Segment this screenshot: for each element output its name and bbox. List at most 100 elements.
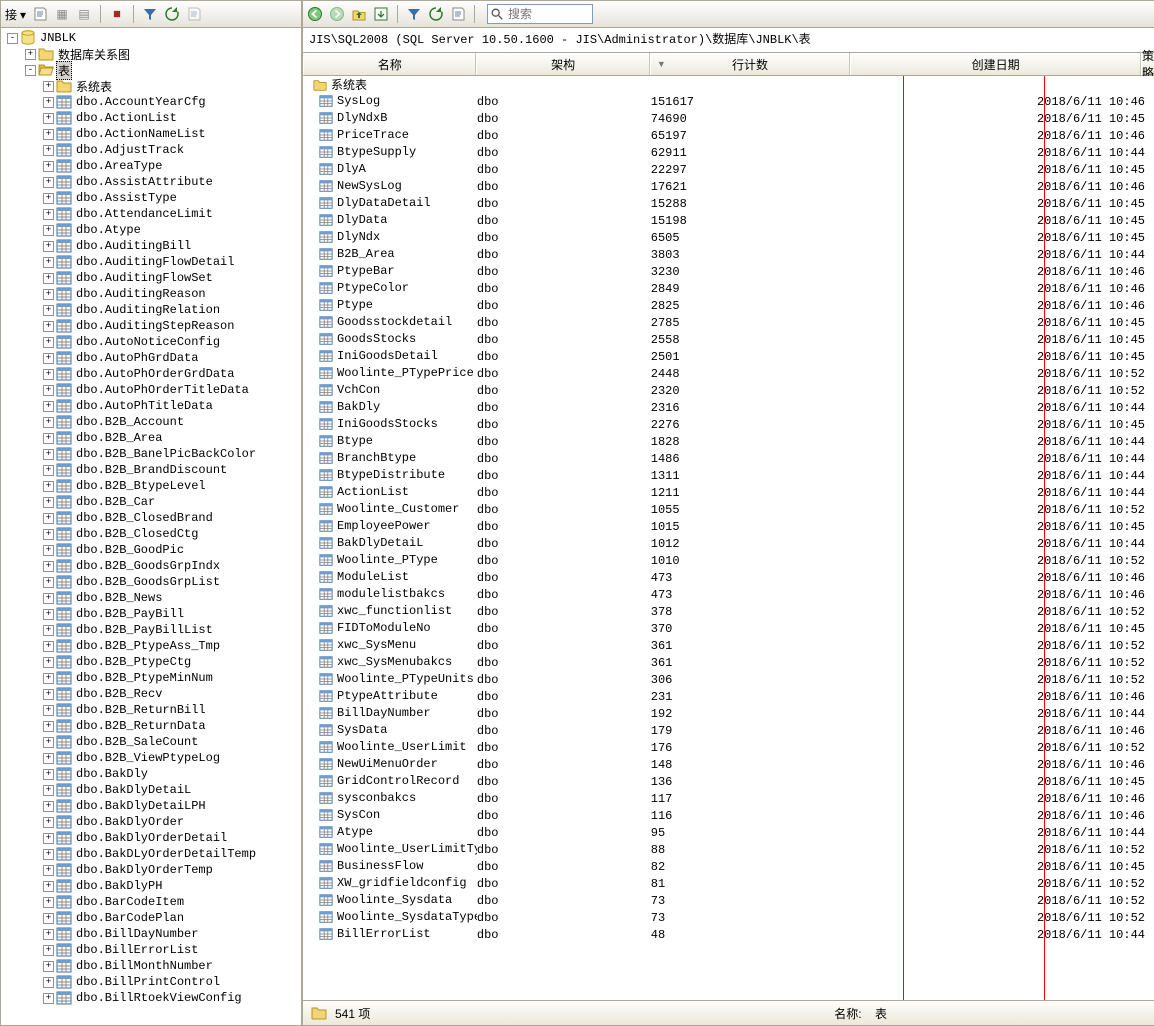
expand-toggle[interactable]: + bbox=[43, 785, 54, 796]
tree-node[interactable]: +dbo.ActionNameList bbox=[1, 126, 301, 142]
table-row[interactable]: SysDatadbo1792018/6/11 10:46 bbox=[303, 722, 1154, 739]
table-row[interactable]: BusinessFlowdbo822018/6/11 10:45 bbox=[303, 858, 1154, 875]
tree-node[interactable]: +dbo.B2B_SaleCount bbox=[1, 734, 301, 750]
expand-toggle[interactable]: + bbox=[43, 689, 54, 700]
refresh2-icon[interactable] bbox=[428, 6, 444, 22]
forward-icon[interactable] bbox=[329, 6, 345, 22]
table-row[interactable]: BakDlyDetaiLdbo10122018/6/11 10:44 bbox=[303, 535, 1154, 552]
tb-item-2[interactable]: ▤ bbox=[76, 6, 92, 22]
table-row[interactable]: DlyNdxBdbo746902018/6/11 10:45 bbox=[303, 110, 1154, 127]
tree-node[interactable]: +dbo.AuditingBill bbox=[1, 238, 301, 254]
table-row[interactable]: EmployeePowerdbo10152018/6/11 10:45 bbox=[303, 518, 1154, 535]
table-row[interactable]: DlyDatadbo151982018/6/11 10:45 bbox=[303, 212, 1154, 229]
expand-toggle[interactable]: + bbox=[43, 289, 54, 300]
expand-toggle[interactable]: + bbox=[43, 257, 54, 268]
col-policy[interactable]: 策略 bbox=[1141, 53, 1154, 75]
expand-toggle[interactable]: + bbox=[25, 49, 36, 60]
col-rowcount[interactable]: 行计数 bbox=[650, 53, 850, 75]
tree-node[interactable]: +dbo.AccountYearCfg bbox=[1, 94, 301, 110]
table-row[interactable]: IniGoodsStocksdbo22762018/6/11 10:45 bbox=[303, 416, 1154, 433]
tree-node[interactable]: +dbo.B2B_News bbox=[1, 590, 301, 606]
table-row[interactable]: Woolinte_Sysdatadbo732018/6/11 10:52 bbox=[303, 892, 1154, 909]
tree-node[interactable]: +dbo.BakDly bbox=[1, 766, 301, 782]
table-row[interactable]: BranchBtypedbo14862018/6/11 10:44 bbox=[303, 450, 1154, 467]
table-row[interactable]: PriceTracedbo651972018/6/11 10:46 bbox=[303, 127, 1154, 144]
expand-toggle[interactable]: + bbox=[43, 625, 54, 636]
tree-node[interactable]: +dbo.AreaType bbox=[1, 158, 301, 174]
tree-node[interactable]: +dbo.ActionList bbox=[1, 110, 301, 126]
expand-toggle[interactable]: + bbox=[43, 97, 54, 108]
expand-toggle[interactable]: + bbox=[43, 545, 54, 556]
table-row[interactable]: Woolinte_PTypePricedbo24482018/6/11 10:5… bbox=[303, 365, 1154, 382]
tree-node[interactable]: +dbo.AutoNoticeConfig bbox=[1, 334, 301, 350]
expand-toggle[interactable]: + bbox=[43, 769, 54, 780]
tree-node[interactable]: +dbo.B2B_GoodPic bbox=[1, 542, 301, 558]
expand-toggle[interactable]: + bbox=[43, 849, 54, 860]
expand-toggle[interactable]: + bbox=[43, 657, 54, 668]
expand-toggle[interactable]: + bbox=[43, 753, 54, 764]
expand-toggle[interactable]: + bbox=[43, 161, 54, 172]
expand-toggle[interactable]: + bbox=[43, 529, 54, 540]
expand-toggle[interactable]: + bbox=[43, 929, 54, 940]
tree-node[interactable]: +dbo.BakDlyOrderTemp bbox=[1, 862, 301, 878]
expand-toggle[interactable]: + bbox=[43, 913, 54, 924]
expand-toggle[interactable]: + bbox=[43, 721, 54, 732]
expand-toggle[interactable]: + bbox=[43, 593, 54, 604]
table-row[interactable]: BtypeSupplydbo629112018/6/11 10:44 bbox=[303, 144, 1154, 161]
expand-toggle[interactable]: + bbox=[43, 225, 54, 236]
table-row[interactable]: Btypedbo18282018/6/11 10:44 bbox=[303, 433, 1154, 450]
group-row[interactable]: 系统表 bbox=[303, 76, 1154, 93]
expand-toggle[interactable]: - bbox=[25, 65, 36, 76]
filter-icon[interactable] bbox=[142, 6, 158, 22]
tree-node[interactable]: +dbo.BillMonthNumber bbox=[1, 958, 301, 974]
table-row[interactable]: NewSysLogdbo176212018/6/11 10:46 bbox=[303, 178, 1154, 195]
expand-toggle[interactable]: + bbox=[43, 945, 54, 956]
tree-node[interactable]: +dbo.B2B_BrandDiscount bbox=[1, 462, 301, 478]
table-row[interactable]: PtypeBardbo32302018/6/11 10:46 bbox=[303, 263, 1154, 280]
expand-toggle[interactable]: + bbox=[43, 737, 54, 748]
table-row[interactable]: GridControlRecorddbo1362018/6/11 10:45 bbox=[303, 773, 1154, 790]
table-row[interactable]: Woolinte_UserLimitdbo1762018/6/11 10:52 bbox=[303, 739, 1154, 756]
tree-node[interactable]: +dbo.B2B_BanelPicBackColor bbox=[1, 446, 301, 462]
tree-node[interactable]: +dbo.B2B_ClosedBrand bbox=[1, 510, 301, 526]
tree-node[interactable]: +dbo.AuditingRelation bbox=[1, 302, 301, 318]
up-icon[interactable] bbox=[351, 6, 367, 22]
expand-toggle[interactable]: + bbox=[43, 401, 54, 412]
tree-node[interactable]: +dbo.AuditingStepReason bbox=[1, 318, 301, 334]
tree-node[interactable]: +dbo.BakDlyPH bbox=[1, 878, 301, 894]
tree-node[interactable]: +dbo.BakDLyOrderDetailTemp bbox=[1, 846, 301, 862]
expand-toggle[interactable]: + bbox=[43, 705, 54, 716]
expand-toggle[interactable]: + bbox=[43, 129, 54, 140]
search-input[interactable] bbox=[506, 6, 590, 22]
tree-node[interactable]: +数据库关系图 bbox=[1, 46, 301, 62]
table-row[interactable]: BtypeDistributedbo13112018/6/11 10:44 bbox=[303, 467, 1154, 484]
table-row[interactable]: Ptypedbo28252018/6/11 10:46 bbox=[303, 297, 1154, 314]
tree-node[interactable]: +dbo.B2B_PtypeCtg bbox=[1, 654, 301, 670]
tree-node[interactable]: +dbo.AutoPhOrderGrdData bbox=[1, 366, 301, 382]
expand-toggle[interactable]: + bbox=[43, 321, 54, 332]
table-row[interactable]: Woolinte_PTypedbo10102018/6/11 10:52 bbox=[303, 552, 1154, 569]
table-row[interactable]: BakDlydbo23162018/6/11 10:44 bbox=[303, 399, 1154, 416]
table-row[interactable]: PtypeAttributedbo2312018/6/11 10:46 bbox=[303, 688, 1154, 705]
table-row[interactable]: xwc_SysMenubakcsdbo3612018/6/11 10:52 bbox=[303, 654, 1154, 671]
table-row[interactable]: DlyNdxdbo65052018/6/11 10:45 bbox=[303, 229, 1154, 246]
tree-node[interactable]: +dbo.AuditingReason bbox=[1, 286, 301, 302]
table-row[interactable]: SysLogdbo1516172018/6/11 10:46 bbox=[303, 93, 1154, 110]
tree-node[interactable]: +dbo.AssistType bbox=[1, 190, 301, 206]
expand-toggle[interactable]: + bbox=[43, 561, 54, 572]
expand-toggle[interactable]: + bbox=[43, 177, 54, 188]
tree-node[interactable]: +系统表 bbox=[1, 78, 301, 94]
tree-node[interactable]: +dbo.BillPrintControl bbox=[1, 974, 301, 990]
tree-node[interactable]: +dbo.AssistAttribute bbox=[1, 174, 301, 190]
tree-node[interactable]: +dbo.AdjustTrack bbox=[1, 142, 301, 158]
tree-node[interactable]: +dbo.B2B_BtypeLevel bbox=[1, 478, 301, 494]
col-created[interactable]: 创建日期 bbox=[850, 53, 1141, 75]
tree-node[interactable]: +dbo.B2B_PayBill bbox=[1, 606, 301, 622]
sync-icon[interactable] bbox=[373, 6, 389, 22]
expand-toggle[interactable]: + bbox=[43, 513, 54, 524]
search-box[interactable] bbox=[487, 4, 593, 24]
table-row[interactable]: ModuleListdbo4732018/6/11 10:46 bbox=[303, 569, 1154, 586]
expand-toggle[interactable]: + bbox=[43, 273, 54, 284]
table-row[interactable]: BillDayNumberdbo1922018/6/11 10:44 bbox=[303, 705, 1154, 722]
table-row[interactable]: SysCondbo1162018/6/11 10:46 bbox=[303, 807, 1154, 824]
